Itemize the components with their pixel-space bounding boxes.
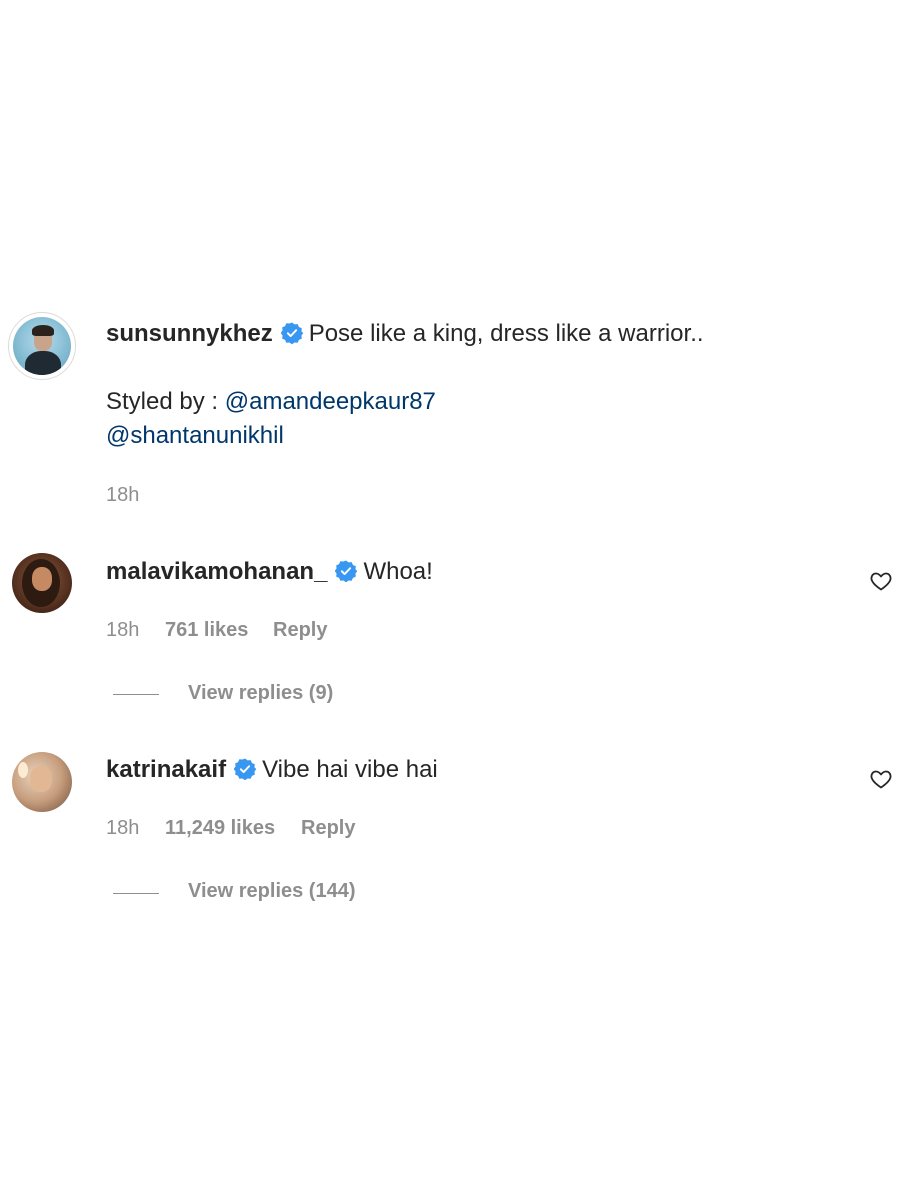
- comment-text: Whoa!: [363, 558, 433, 585]
- avatar[interactable]: [8, 312, 76, 380]
- profile-photo: [13, 317, 71, 375]
- comment-line: katrinakaif Vibe hai vibe hai: [106, 755, 438, 785]
- post-username[interactable]: sunsunnykhez: [106, 320, 273, 347]
- mention-link[interactable]: @shantanunikhil: [106, 422, 284, 449]
- comment-timestamp[interactable]: 18h: [106, 816, 139, 840]
- like-heart-icon[interactable]: [869, 569, 893, 593]
- likes-count[interactable]: 11,249 likes: [165, 816, 275, 840]
- mention-link[interactable]: @amandeepkaur87: [225, 388, 436, 415]
- view-replies-button[interactable]: View replies (144): [188, 880, 356, 903]
- caption-line: sunsunnykhez Pose like a king, dress like…: [106, 319, 704, 349]
- styled-by-line: Styled by : @amandeepkaur87: [106, 387, 436, 417]
- replies-divider: [113, 694, 159, 695]
- comment-line: malavikamohanan_ Whoa!: [106, 557, 433, 587]
- reply-button[interactable]: Reply: [273, 618, 327, 642]
- mention-line: @shantanunikhil: [106, 421, 284, 451]
- like-heart-icon[interactable]: [869, 767, 893, 791]
- likes-count[interactable]: 761 likes: [165, 618, 248, 642]
- comment-username[interactable]: katrinakaif: [106, 756, 226, 783]
- post-timestamp[interactable]: 18h: [106, 483, 139, 507]
- replies-divider: [113, 893, 159, 894]
- reply-button[interactable]: Reply: [301, 816, 355, 840]
- verified-badge-icon: [335, 560, 358, 582]
- comment-timestamp[interactable]: 18h: [106, 618, 139, 642]
- comment-username[interactable]: malavikamohanan_: [106, 558, 327, 585]
- caption-text: Pose like a king, dress like a warrior..: [308, 320, 704, 347]
- styled-by-label: Styled by :: [106, 388, 219, 415]
- avatar[interactable]: [12, 752, 72, 812]
- avatar[interactable]: [12, 553, 72, 613]
- verified-badge-icon: [234, 758, 257, 780]
- comment-text: Vibe hai vibe hai: [262, 756, 438, 783]
- view-replies-button[interactable]: View replies (9): [188, 682, 333, 705]
- verified-badge-icon: [280, 322, 303, 344]
